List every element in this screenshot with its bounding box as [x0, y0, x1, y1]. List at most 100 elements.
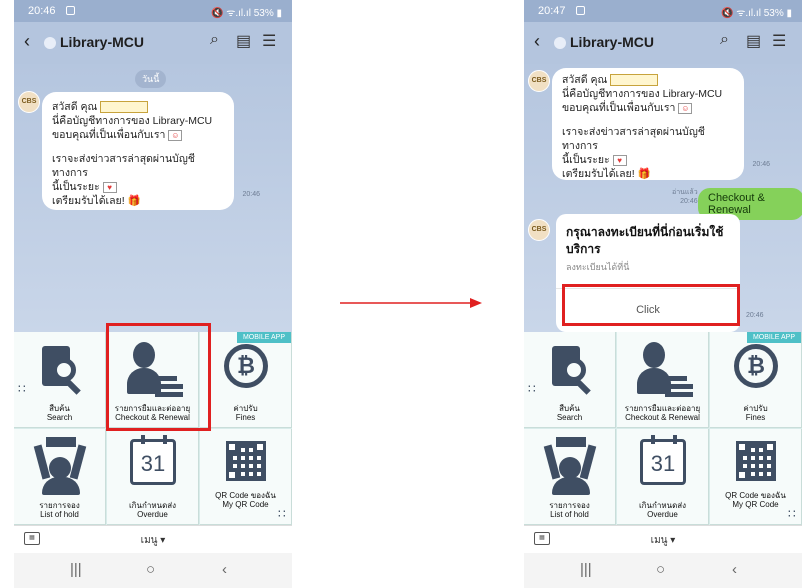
back-icon[interactable]: ‹	[534, 31, 540, 52]
chat-bottom-bar: ▦ เมนู ▾	[14, 525, 292, 553]
highlight-checkout-tile	[106, 323, 211, 431]
overdue-label-en: Overdue	[137, 510, 168, 519]
recents-icon[interactable]: |||	[580, 561, 592, 578]
hold-person-icon	[33, 437, 87, 495]
chat-title: Library-MCU	[570, 34, 655, 50]
right-phone-screen: 20:47 🔇 ᯤ.ıl.ıl 53% ▮ ‹ Library-MCU ⌕ ▤ …	[524, 0, 802, 588]
menu-search[interactable]: สืบค้น Search ∷	[14, 332, 106, 428]
dots-icon: ∷	[788, 507, 796, 521]
fines-label-th: ค่าปรับ	[743, 404, 768, 413]
menu-overdue[interactable]: 31 เกินกำหนดส่ง Overdue	[617, 429, 709, 525]
status-bar: 20:47 🔇 ᯤ.ıl.ıl 53% ▮	[524, 0, 802, 22]
menu-my-qr-code[interactable]: QR Code ของฉัน My QR Code ∷	[200, 429, 292, 525]
bot-avatar: CBS	[18, 91, 40, 113]
card-title: กรุณาลงทะเบียนที่นี่ก่อนเริ่มใช้บริการ	[566, 225, 724, 256]
qr-label-th: QR Code ของฉัน	[725, 491, 786, 500]
mobile-app-badge: MOBILE APP	[746, 332, 801, 343]
notes-icon[interactable]: ▤	[236, 31, 251, 51]
search-label-th: สืบค้น	[559, 404, 580, 413]
calendar-icon: 31	[640, 435, 686, 485]
menu-fines[interactable]: MOBILE APP ₿ ค่าปรับ Fines	[710, 332, 802, 428]
hold-label-th: รายการจอง	[39, 501, 80, 510]
greeting-line-2: นี่คือบัญชีทางการของ Library-MCU	[52, 115, 213, 127]
back-nav-icon[interactable]: ‹	[222, 561, 227, 578]
greeting-message: สวัสดี คุณ นี่คือบัญชีทางการของ Library-…	[42, 92, 260, 210]
emoji-icon: ☺	[678, 102, 693, 114]
gallery-icon	[576, 6, 585, 15]
home-icon[interactable]: ○	[656, 561, 665, 578]
search-book-icon	[552, 346, 592, 395]
greeting-line-1: สวัสดี คุณ	[562, 74, 608, 86]
read-receipt: อ่านแล้ว 20:46	[672, 188, 698, 206]
gallery-icon	[66, 6, 75, 15]
checkout-label-th: รายการยืมและต่ออายุ	[624, 404, 701, 413]
redacted-name	[100, 101, 149, 114]
search-label-en: Search	[556, 413, 583, 422]
home-icon[interactable]: ○	[146, 561, 155, 578]
qr-code-icon	[736, 441, 776, 481]
fines-label-en: Fines	[745, 413, 766, 422]
greeting-line-5: นี้เป็นระยะ	[52, 181, 100, 193]
day-label: วันนี้	[135, 70, 167, 88]
redacted-name	[610, 74, 659, 87]
search-icon[interactable]: ⌕	[720, 31, 729, 49]
search-icon[interactable]: ⌕	[210, 31, 219, 49]
menu-list-of-hold[interactable]: รายการจอง List of hold	[524, 429, 616, 525]
greeting-line-5: นี้เป็นระยะ	[562, 154, 610, 166]
left-phone-screen: 20:46 🔇 ᯤ.ıl.ıl 53% ▮ ‹ Library-MCU ⌕ ▤ …	[14, 0, 292, 588]
card-time: 20:46	[746, 312, 764, 319]
read-label: อ่านแล้ว	[672, 189, 698, 196]
chat-bottom-bar: ▦ เมนู ▾	[524, 525, 802, 553]
emoji-icon: ☺	[168, 129, 183, 141]
mobile-app-badge: MOBILE APP	[236, 332, 291, 343]
overdue-label-th: เกินกำหนดส่ง	[128, 501, 177, 510]
menu-overdue[interactable]: 31 เกินกำหนดส่ง Overdue	[107, 429, 199, 525]
menu-search[interactable]: สืบค้น Search ∷	[524, 332, 616, 428]
system-status: 🔇 ᯤ.ıl.ıl 53% ▮	[721, 8, 792, 19]
coin-icon: ₿	[734, 344, 778, 388]
hold-label-en: List of hold	[40, 510, 79, 519]
fines-label-th: ค่าปรับ	[233, 404, 258, 413]
notes-icon[interactable]: ▤	[746, 31, 761, 51]
overdue-label-th: เกินกำหนดส่ง	[638, 501, 687, 510]
checkout-person-icon	[637, 342, 693, 398]
menu-my-qr-code[interactable]: QR Code ของฉัน My QR Code ∷	[710, 429, 802, 525]
status-time: 20:46	[28, 5, 56, 17]
hold-label-en: List of hold	[550, 510, 589, 519]
menu-checkout-renewal[interactable]: รายการยืมและต่ออายุ Checkout & Renewal	[617, 332, 709, 428]
dots-icon: ∷	[278, 507, 286, 521]
menu-icon[interactable]: ☰	[262, 31, 276, 51]
bot-avatar: CBS	[528, 219, 550, 241]
menu-icon[interactable]: ☰	[772, 31, 786, 51]
menu-toggle[interactable]: เมนู ▾	[524, 533, 802, 548]
menu-fines[interactable]: MOBILE APP ₿ ค่าปรับ Fines	[200, 332, 292, 428]
checkout-label-en: Checkout & Renewal	[625, 413, 700, 422]
flow-arrow-icon	[340, 298, 482, 308]
greeting-line-3: ขอบคุณที่เป็นเพื่อนกับเรา	[52, 129, 166, 141]
dots-icon: ∷	[18, 382, 26, 396]
account-avatar	[554, 37, 566, 49]
heart-icon: ♥	[102, 181, 117, 193]
menu-toggle[interactable]: เมนู ▾	[14, 533, 292, 548]
greeting-line-6: เตรียมรับได้เลย!	[52, 195, 125, 207]
menu-list-of-hold[interactable]: รายการจอง List of hold	[14, 429, 106, 525]
qr-code-icon	[226, 441, 266, 481]
account-avatar	[44, 37, 56, 49]
recents-icon[interactable]: |||	[70, 561, 82, 578]
back-icon[interactable]: ‹	[24, 31, 30, 52]
qr-label-th: QR Code ของฉัน	[215, 491, 276, 500]
overdue-label-en: Overdue	[647, 510, 678, 519]
hold-label-th: รายการจอง	[549, 501, 590, 510]
search-label-th: สืบค้น	[49, 404, 70, 413]
back-nav-icon[interactable]: ‹	[732, 561, 737, 578]
greeting-line-4: เราจะส่งข่าวสารล่าสุดผ่านบัญชีทางการ	[562, 126, 705, 152]
message-time: 20:46	[242, 191, 260, 198]
android-nav-bar: ||| ○ ‹	[14, 553, 292, 588]
greeting-line-6: เตรียมรับได้เลย!	[562, 168, 635, 180]
calendar-icon: 31	[130, 435, 176, 485]
fines-label-en: Fines	[235, 413, 256, 422]
status-time: 20:47	[538, 5, 566, 17]
read-time: 20:46	[680, 198, 698, 205]
chat-title: Library-MCU	[60, 34, 145, 50]
message-time: 20:46	[752, 161, 770, 168]
